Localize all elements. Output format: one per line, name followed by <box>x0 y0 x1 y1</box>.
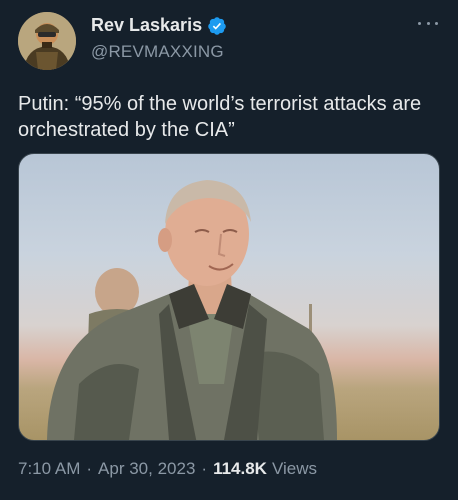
more-options-icon[interactable] <box>418 18 438 28</box>
views-count[interactable]: 114.8K <box>213 459 267 479</box>
author-name-row[interactable]: Rev Laskaris <box>91 15 227 36</box>
author-display-name[interactable]: Rev Laskaris <box>91 15 202 36</box>
separator: · <box>201 459 208 478</box>
separator: · <box>86 459 93 478</box>
tweet-text: Putin: “95% of the world’s terrorist att… <box>18 93 422 141</box>
author-handle[interactable]: @REVMAXXING <box>91 42 224 62</box>
verified-badge-icon <box>207 16 227 36</box>
avatar[interactable] <box>18 12 76 70</box>
tweet-time[interactable]: 7:10 AM <box>18 459 80 479</box>
tweet-photo[interactable] <box>18 153 440 441</box>
tweet-meta: 7:10 AM · Apr 30, 2023 · 114.8K Views <box>18 459 317 479</box>
tweet-date[interactable]: Apr 30, 2023 <box>98 459 195 479</box>
photo-image <box>47 180 337 440</box>
views-label: Views <box>271 459 318 478</box>
avatar-image <box>18 12 76 70</box>
